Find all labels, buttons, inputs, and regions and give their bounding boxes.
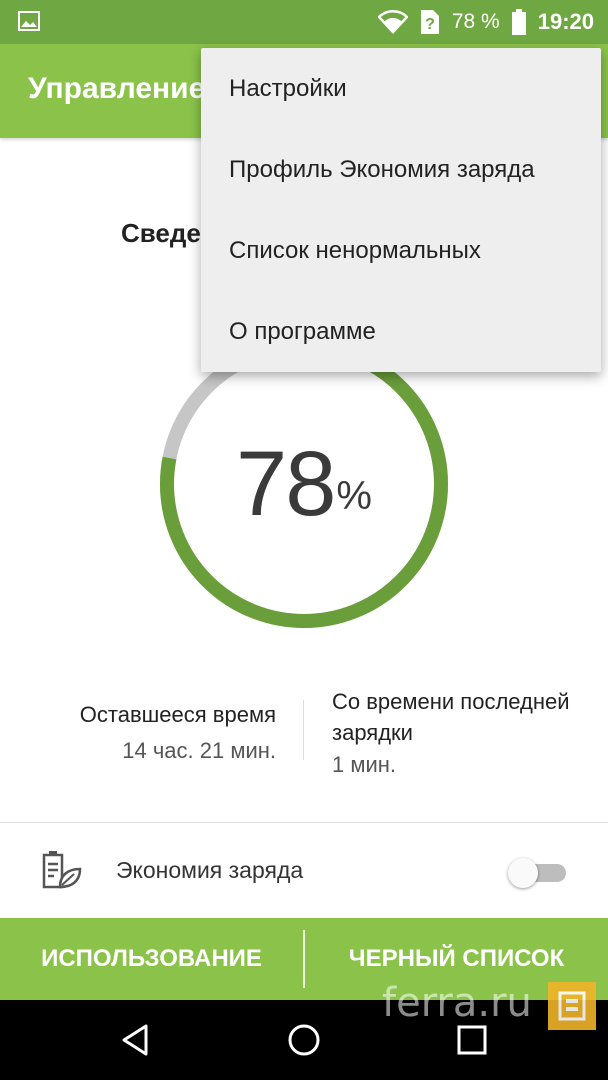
battery-gauge: 78 % [153,340,455,630]
menu-item-settings[interactable]: Настройки [201,48,601,129]
menu-item-eco-profile[interactable]: Профиль Экономия заряда [201,129,601,210]
remaining-time-label: Оставшееся время [79,702,276,727]
since-charge-value: 1 мин. [332,752,397,777]
app-title: Управление [28,72,206,105]
overflow-menu: Настройки Профиль Экономия заряда Список… [201,48,601,372]
tab-separator [303,930,305,988]
svg-text:?: ? [425,16,435,33]
sim-unknown-icon: ? [420,10,439,34]
toggle-knob [508,858,538,888]
menu-item-about[interactable]: О программе [201,291,601,372]
clock: 19:20 [537,9,594,34]
battery-percent: 78 % [451,10,500,33]
back-icon[interactable] [118,1022,154,1058]
tab-usage[interactable]: ИСПОЛЬЗОВАНИЕ [0,918,303,1000]
status-bar: ? 78 % 19:20 [0,0,608,44]
eco-mode-row[interactable]: Экономия заряда [0,823,608,918]
recents-icon[interactable] [454,1022,490,1058]
watermark-logo-icon [548,982,596,1030]
eco-mode-label: Экономия заряда [116,857,304,883]
menu-item-abnormal-list[interactable]: Список ненормальных [201,210,601,291]
battery-level-value: 78 [236,432,336,535]
section-title: Сведе [121,218,201,248]
watermark-text: ferra.ru [382,980,532,1026]
battery-icon [511,9,526,35]
battery-leaf-icon [42,851,82,889]
wifi-icon [377,10,408,34]
battery-level-unit: % [336,473,372,518]
eco-mode-toggle[interactable] [508,858,566,888]
stats-divider [303,700,304,760]
remaining-time-value: 14 час. 21 мин. [122,738,276,763]
since-charge-label: Со времени последней зарядки [332,689,570,745]
image-icon [18,11,40,31]
home-icon[interactable] [286,1022,322,1058]
